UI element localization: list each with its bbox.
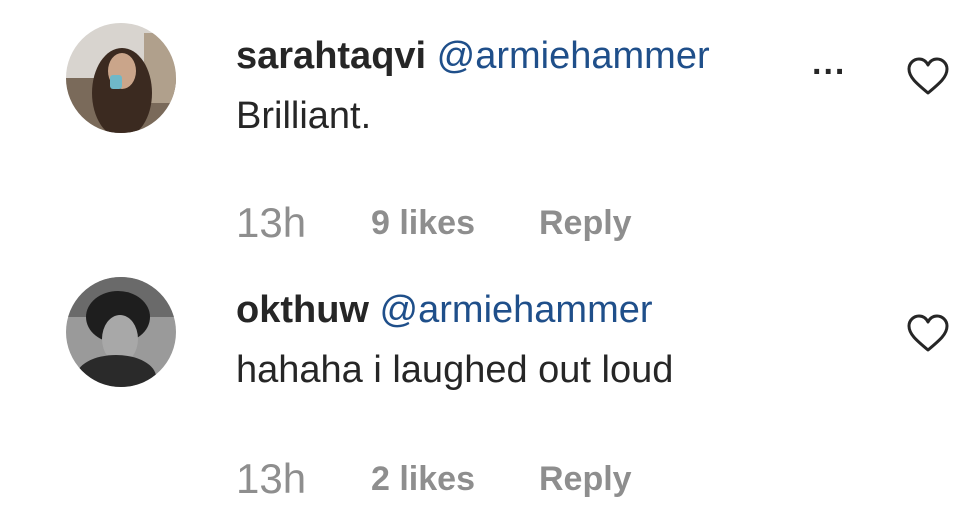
- reply-button[interactable]: Reply: [539, 198, 632, 248]
- heart-icon[interactable]: [906, 313, 950, 353]
- username[interactable]: okthuw: [236, 289, 369, 331]
- comment-item: sarahtaqvi @armiehammer ... Brilliant. 1…: [0, 0, 980, 258]
- avatar-photo: [66, 277, 176, 387]
- reply-button[interactable]: Reply: [539, 454, 632, 504]
- more-options-icon[interactable]: ...: [812, 44, 846, 83]
- avatar[interactable]: [66, 23, 176, 133]
- timestamp: 13h: [236, 455, 307, 502]
- comment-text: hahaha i laughed out loud: [236, 349, 674, 391]
- avatar-photo: [66, 23, 176, 133]
- timestamp: 13h: [236, 199, 307, 246]
- comment-header: okthuw @armiehammer: [236, 288, 653, 332]
- mention-link[interactable]: @armiehammer: [437, 35, 710, 77]
- mention-link[interactable]: @armiehammer: [380, 289, 653, 331]
- likes-count[interactable]: 2 likes: [371, 454, 475, 504]
- comment-item: okthuw @armiehammer hahaha i laughed out…: [0, 256, 980, 514]
- likes-count[interactable]: 9 likes: [371, 198, 475, 248]
- heart-icon[interactable]: [906, 56, 950, 96]
- comment-header: sarahtaqvi @armiehammer: [236, 34, 710, 78]
- comment-text: Brilliant.: [236, 95, 372, 137]
- username[interactable]: sarahtaqvi: [236, 35, 426, 77]
- avatar[interactable]: [66, 277, 176, 387]
